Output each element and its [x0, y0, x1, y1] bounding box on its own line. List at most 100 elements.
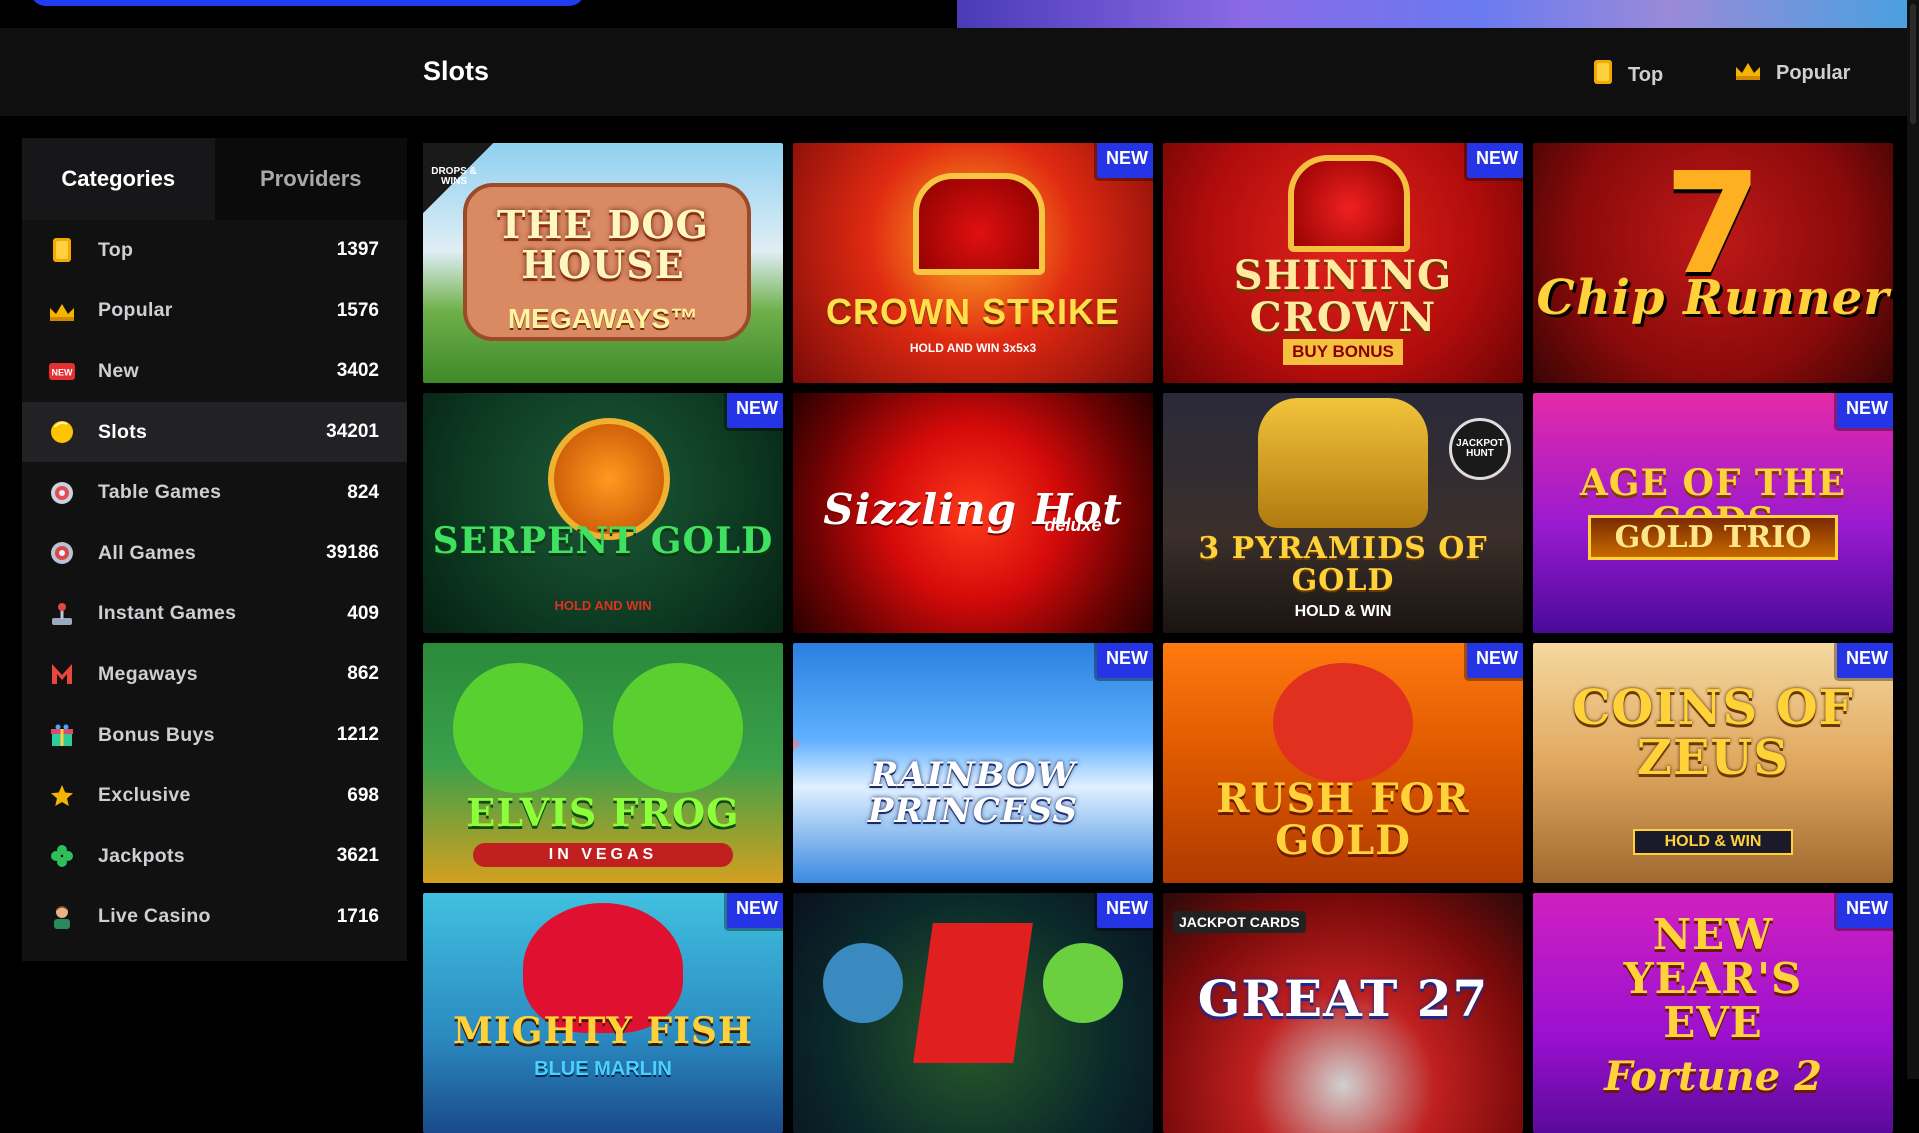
game-subtitle: HOLD AND WIN 3x5x3	[909, 341, 1037, 355]
sidebar-item-live-casino[interactable]: Live Casino 1716	[22, 887, 407, 948]
clover-icon	[48, 842, 76, 870]
game-tile-rush-for-gold[interactable]: RUSH FOR GOLD NEW	[1163, 643, 1523, 883]
sidebar-item-label: Jackpots	[98, 844, 185, 867]
sidebar-item-megaways[interactable]: Megaways 862	[22, 644, 407, 705]
game-title: CROWN STRIKE	[826, 291, 1120, 332]
game-title: Chip Runner	[1536, 270, 1890, 326]
game-tile-mighty-fish[interactable]: MIGHTY FISH BLUE MARLIN NEW	[423, 893, 783, 1133]
joystick-icon	[48, 600, 76, 628]
roulette-icon	[48, 479, 76, 507]
sidebar-item-count: 34201	[326, 421, 379, 443]
game-subtitle: HOLD AND WIN	[554, 598, 652, 613]
new-badge: NEW	[1837, 393, 1893, 428]
sidebar-item-bonus-buys[interactable]: Bonus Buys 1212	[22, 705, 407, 766]
category-sidebar: Categories Providers Top 1397 Popular 15…	[22, 138, 407, 961]
dealer-icon	[48, 903, 76, 931]
crown-graphic	[1288, 155, 1410, 252]
game-tile-elvis-frog[interactable]: ELVIS FROG IN VEGAS	[423, 643, 783, 883]
game-tile-coins-of-zeus[interactable]: COINS OF ZEUS HOLD & WIN NEW	[1533, 643, 1893, 883]
game-tile-chip-runner[interactable]: 7 Chip Runner	[1533, 143, 1893, 383]
sidebar-item-count: 39186	[326, 542, 379, 564]
header-link-label: Top	[1628, 63, 1664, 86]
sidebar-item-label: Bonus Buys	[98, 723, 215, 746]
frog-graphic-2	[613, 663, 743, 793]
game-subtitle: BLUE MARLIN	[534, 1058, 672, 1080]
pharaoh-graphic	[1258, 398, 1428, 528]
new-badge: NEW	[727, 393, 783, 428]
sidebar-item-exclusive[interactable]: Exclusive 698	[22, 765, 407, 826]
sidebar-item-count: 698	[347, 784, 379, 806]
monster-graphic-right	[1043, 943, 1123, 1023]
promo-button[interactable]	[30, 0, 585, 6]
sidebar-item-instant-games[interactable]: Instant Games 409	[22, 584, 407, 645]
crown-icon	[1734, 59, 1762, 87]
promo-banner[interactable]	[957, 0, 1907, 28]
sidebar-item-table-games[interactable]: Table Games 824	[22, 462, 407, 523]
game-tile-great-27[interactable]: JACKPOT CARDS GREAT 27	[1163, 893, 1523, 1133]
sidebar-item-label: Megaways	[98, 662, 198, 685]
game-title: ELVIS FROG	[466, 790, 740, 835]
sidebar-item-count: 3402	[336, 360, 379, 382]
slots-icon	[48, 418, 76, 446]
game-title: NEW YEAR'S EVE	[1623, 910, 1803, 1048]
new-icon: NEW	[48, 357, 76, 385]
crown-graphic	[913, 173, 1045, 275]
game-tile-new-years-eve[interactable]: NEW YEAR'S EVE Fortune 2 NEW	[1533, 893, 1893, 1133]
game-subtitle: GOLD TRIO	[1588, 515, 1838, 560]
sidebar-item-count: 1212	[336, 724, 379, 746]
new-badge: NEW	[1837, 643, 1893, 678]
new-badge: NEW	[1837, 893, 1893, 928]
chip-icon	[48, 539, 76, 567]
new-badge: NEW	[727, 893, 783, 928]
header-link-top[interactable]: Top	[1592, 59, 1663, 91]
tab-providers[interactable]: Providers	[214, 138, 407, 220]
miner-graphic	[1273, 663, 1413, 783]
game-title: THE DOG HOUSE	[497, 202, 709, 287]
sidebar-item-popular[interactable]: Popular 1576	[22, 281, 407, 342]
game-tile-age-of-gods[interactable]: AGE OF THE GODS GOLD TRIO NEW	[1533, 393, 1893, 633]
sidebar-item-slots[interactable]: Slots 34201	[22, 401, 407, 463]
sidebar-item-count: 862	[347, 663, 379, 685]
game-tile-shining-crown[interactable]: SHINING CROWN BUY BONUS NEW	[1163, 143, 1523, 383]
game-tile-dog-house[interactable]: DROPS & WINS THE DOG HOUSE MEGAWAYS™	[423, 143, 783, 383]
game-tile-monster-7[interactable]: NEW	[793, 893, 1153, 1133]
sidebar-item-label: Live Casino	[98, 905, 211, 928]
game-title: GREAT 27	[1197, 969, 1489, 1028]
sidebar-item-label: Slots	[98, 420, 148, 443]
new-badge: NEW	[1097, 643, 1153, 678]
sidebar-item-jackpots[interactable]: Jackpots 3621	[22, 826, 407, 887]
game-tile-rainbow-princess[interactable]: RAINBOW PRINCESS NEW	[793, 643, 1153, 883]
monster-graphic-left	[823, 943, 903, 1023]
game-title: COINS OF ZEUS	[1572, 680, 1854, 787]
svg-text:NEW: NEW	[52, 368, 74, 378]
game-subtitle: BUY BONUS	[1283, 339, 1403, 365]
game-tile-serpent-gold[interactable]: SERPENT GOLD HOLD AND WIN NEW	[423, 393, 783, 633]
header-link-label: Popular	[1776, 61, 1851, 84]
game-title: RUSH FOR GOLD	[1216, 775, 1470, 864]
top-icon	[48, 236, 76, 264]
game-title: RAINBOW PRINCESS	[867, 755, 1079, 831]
star-icon	[48, 782, 76, 810]
header-link-popular[interactable]: Popular	[1734, 59, 1850, 87]
sidebar-item-label: All Games	[98, 541, 197, 564]
game-tile-crown-strike[interactable]: CROWN STRIKE HOLD AND WIN 3x5x3 NEW	[793, 143, 1153, 383]
sidebar-item-label: Table Games	[98, 481, 222, 504]
sidebar-item-label: Exclusive	[98, 784, 191, 807]
game-tile-sizzling-hot[interactable]: Sizzling Hot deluxe	[793, 393, 1153, 633]
corner-label: JACKPOT CARDS	[1173, 911, 1306, 933]
sidebar-item-count: 1576	[336, 299, 379, 321]
megaways-icon	[48, 660, 76, 688]
sidebar-item-top[interactable]: Top 1397	[22, 220, 407, 281]
sidebar-item-all-games[interactable]: All Games 39186	[22, 523, 407, 584]
scrollbar[interactable]	[1907, 0, 1919, 1079]
new-badge: NEW	[1467, 143, 1523, 178]
new-badge: NEW	[1097, 143, 1153, 178]
new-badge: NEW	[1097, 893, 1153, 928]
sidebar-item-label: New	[98, 359, 139, 382]
game-tile-3-pyramids[interactable]: JACKPOT HUNT 3 PYRAMIDS OF GOLD HOLD & W…	[1163, 393, 1523, 633]
sidebar-item-new[interactable]: NEW New 3402	[22, 341, 407, 402]
sidebar-item-count: 1716	[336, 905, 379, 927]
scrollbar-thumb[interactable]	[1910, 4, 1916, 124]
game-title: SERPENT GOLD	[432, 520, 774, 562]
tab-categories[interactable]: Categories	[22, 138, 215, 220]
